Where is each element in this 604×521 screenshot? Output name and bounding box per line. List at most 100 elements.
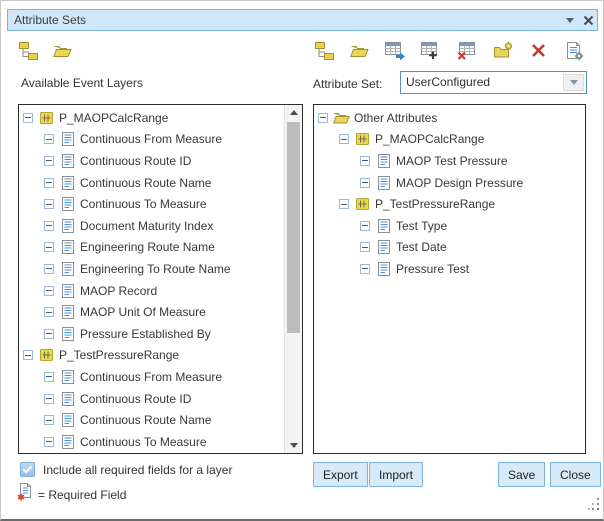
table-export-button[interactable] <box>383 40 408 64</box>
collapse-minus-icon[interactable] <box>44 264 54 274</box>
table-delete-button[interactable] <box>454 40 479 64</box>
tree-item[interactable]: Continuous Route Name <box>19 409 284 431</box>
collapse-minus-icon[interactable] <box>44 372 54 382</box>
collapse-minus-icon[interactable] <box>44 286 54 296</box>
field-icon <box>59 132 76 146</box>
collapse-minus-icon[interactable] <box>44 437 54 447</box>
tree-item[interactable]: Continuous To Measure <box>19 193 284 215</box>
layers-tree-button[interactable] <box>15 40 40 64</box>
include-required-fields-checkbox[interactable] <box>20 462 35 477</box>
collapse-minus-icon[interactable] <box>360 178 370 188</box>
collapse-minus-icon[interactable] <box>318 113 328 123</box>
tree-item[interactable]: Document Maturity Index <box>19 215 284 237</box>
import-button[interactable]: Import <box>369 462 423 487</box>
combobox-dropdown-button[interactable] <box>563 74 584 91</box>
scroll-down-icon[interactable] <box>285 438 303 453</box>
required-field-icon <box>17 483 32 506</box>
titlebar[interactable]: Attribute Sets <box>7 9 598 31</box>
available-layers-tree-panel[interactable]: P_MAOPCalcRangeContinuous From MeasureCo… <box>18 104 303 454</box>
tree-item-label: Continuous Route Name <box>80 176 211 190</box>
tree-item[interactable]: Other Attributes <box>314 107 585 129</box>
attribute-set-tree: Other AttributesP_MAOPCalcRange MAOP Test… <box>314 107 585 280</box>
tree-item[interactable]: MAOP Unit Of Measure <box>19 301 284 323</box>
collapse-minus-icon[interactable] <box>44 199 54 209</box>
tree-item-label: MAOP Unit Of Measure <box>80 305 206 319</box>
tree-item[interactable]: Test Type <box>314 215 585 237</box>
collapse-minus-icon[interactable] <box>44 394 54 404</box>
tree-item[interactable]: Continuous From Measure <box>19 129 284 151</box>
tree-item[interactable]: Pressure Established By <box>19 323 284 345</box>
toolbar-left <box>15 40 75 64</box>
layers-tree-icon <box>314 41 334 63</box>
tree-item[interactable]: Continuous Route Name <box>19 172 284 194</box>
collapse-minus-icon[interactable] <box>360 156 370 166</box>
tree-item[interactable]: Continuous From Measure <box>19 366 284 388</box>
tree-item[interactable]: Engineering Route Name <box>19 237 284 259</box>
close-icon[interactable] <box>579 11 597 29</box>
layers-tree-button-2[interactable] <box>311 40 336 64</box>
collapse-minus-icon[interactable] <box>44 329 54 339</box>
collapse-minus-icon[interactable] <box>360 264 370 274</box>
attribute-set-label: Attribute Set: <box>313 77 382 91</box>
tree-item[interactable]: MAOP Record <box>19 280 284 302</box>
collapse-minus-icon[interactable] <box>23 113 33 123</box>
collapse-arrow-icon[interactable] <box>561 11 579 29</box>
tree-item[interactable]: Continuous Route ID <box>19 388 284 410</box>
tree-item-label: MAOP Test Pressure <box>396 154 508 168</box>
scrollbar-thumb[interactable] <box>287 122 300 333</box>
tree-item[interactable]: Continuous Route ID <box>19 150 284 172</box>
new-folder-gear-icon <box>493 42 513 62</box>
collapse-minus-icon[interactable] <box>339 199 349 209</box>
field-icon <box>59 305 76 319</box>
tree-item[interactable]: Pressure Test <box>314 258 585 280</box>
tree-item-label: Pressure Established By <box>80 327 211 341</box>
collapse-minus-icon[interactable] <box>44 134 54 144</box>
tree-item[interactable]: MAOP Test Pressure <box>314 150 585 172</box>
attribute-set-combobox[interactable]: UserConfigured <box>400 71 587 94</box>
report-settings-button[interactable] <box>562 40 587 64</box>
delete-button[interactable] <box>526 40 551 64</box>
table-export-icon <box>385 41 406 63</box>
resize-grip-icon[interactable] <box>588 497 600 515</box>
scroll-up-icon[interactable] <box>285 105 303 120</box>
collapse-minus-icon[interactable] <box>44 307 54 317</box>
tree-item[interactable]: P_MAOPCalcRange <box>19 107 284 129</box>
tree-item[interactable]: P_TestPressureRange <box>314 193 585 215</box>
collapse-minus-icon[interactable] <box>360 221 370 231</box>
tree-item-label: Continuous Route ID <box>80 154 191 168</box>
tree-item-label: Continuous Route Name <box>80 413 211 427</box>
tree-item[interactable]: MAOP Design Pressure <box>314 172 585 194</box>
collapse-minus-icon[interactable] <box>360 242 370 252</box>
open-folder-button-2[interactable] <box>347 40 372 64</box>
tree-item-label: Continuous From Measure <box>80 370 222 384</box>
tree-item-label: MAOP Design Pressure <box>396 176 523 190</box>
collapse-minus-icon[interactable] <box>44 415 54 425</box>
field-icon <box>59 240 76 254</box>
collapse-minus-icon[interactable] <box>23 350 33 360</box>
table-add-button[interactable] <box>419 40 444 64</box>
collapse-minus-icon[interactable] <box>44 221 54 231</box>
open-folder-button[interactable] <box>50 40 75 64</box>
tree-item[interactable]: P_TestPressureRange <box>19 345 284 367</box>
export-button[interactable]: Export <box>313 462 368 487</box>
collapse-minus-icon[interactable] <box>44 178 54 188</box>
tree-item-label: Continuous To Measure <box>80 435 207 449</box>
new-folder-button[interactable] <box>490 40 515 64</box>
tree-item[interactable]: Continuous To Measure <box>19 431 284 453</box>
collapse-minus-icon[interactable] <box>339 134 349 144</box>
field-icon <box>375 219 392 233</box>
tree-item[interactable]: P_MAOPCalcRange <box>314 129 585 151</box>
tree-item[interactable]: Test Date <box>314 237 585 259</box>
field-icon <box>59 197 76 211</box>
tree-item[interactable]: Engineering To Route Name <box>19 258 284 280</box>
tree-item-label: Continuous Route ID <box>80 392 191 406</box>
tree-item-label: Document Maturity Index <box>80 219 213 233</box>
tree-item-label: Engineering Route Name <box>80 240 215 254</box>
attribute-set-tree-panel[interactable]: Other AttributesP_MAOPCalcRange MAOP Test… <box>313 104 586 454</box>
delete-x-icon <box>531 43 546 61</box>
save-button[interactable]: Save <box>498 462 545 487</box>
close-button[interactable]: Close <box>550 462 601 487</box>
vertical-scrollbar[interactable] <box>284 105 302 453</box>
collapse-minus-icon[interactable] <box>44 156 54 166</box>
collapse-minus-icon[interactable] <box>44 242 54 252</box>
